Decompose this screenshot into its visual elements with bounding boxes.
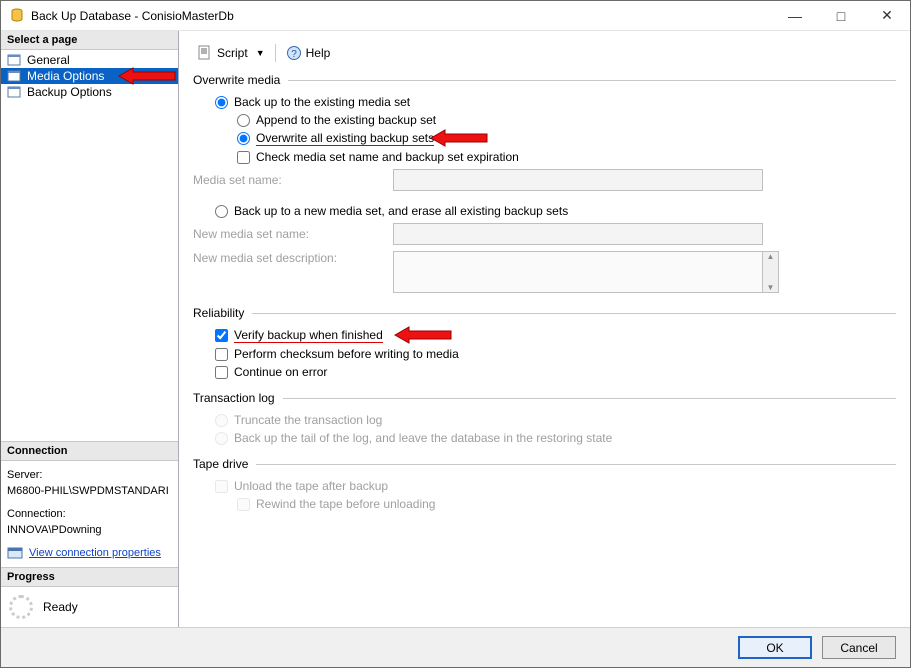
- help-icon: ?: [286, 45, 302, 61]
- toolbar: Script ▼ ? Help: [193, 41, 896, 73]
- sidebar-item-backup-options[interactable]: Backup Options: [1, 84, 178, 100]
- tape-drive-group: Tape drive Unload the tape after backup …: [193, 457, 896, 513]
- server-value: M6800-PHIL\SWPDMSTANDARI: [7, 483, 172, 500]
- new-media-label: Back up to a new media set, and erase al…: [234, 204, 568, 218]
- truncate-log-radio: [215, 414, 228, 427]
- annotation-arrow-icon: [429, 128, 491, 148]
- script-button[interactable]: Script ▼: [193, 43, 269, 63]
- rewind-tape-label: Rewind the tape before unloading: [256, 497, 435, 511]
- new-media-radio[interactable]: [215, 205, 228, 218]
- svg-text:?: ?: [291, 49, 297, 60]
- existing-media-radio[interactable]: [215, 96, 228, 109]
- page-icon: [7, 53, 23, 67]
- existing-media-label: Back up to the existing media set: [234, 95, 410, 109]
- group-label: Transaction log: [193, 391, 275, 405]
- transaction-log-group: Transaction log Truncate the transaction…: [193, 391, 896, 447]
- view-connection-properties-link[interactable]: View connection properties: [29, 545, 161, 562]
- new-media-desc-input: [393, 251, 763, 293]
- connection-value: INNOVA\PDowning: [7, 522, 172, 539]
- maximize-button[interactable]: □: [818, 1, 864, 30]
- main-panel: Script ▼ ? Help Overwrite media Back up …: [179, 31, 910, 627]
- help-label: Help: [306, 46, 331, 60]
- cancel-button[interactable]: Cancel: [822, 636, 896, 659]
- scroll-down-icon: ▼: [767, 283, 775, 292]
- new-media-desc-label: New media set description:: [193, 251, 393, 265]
- properties-icon: [7, 545, 23, 561]
- script-icon: [197, 45, 213, 61]
- page-icon: [7, 85, 23, 99]
- sidebar-item-general[interactable]: General: [1, 52, 178, 68]
- minimize-button[interactable]: ―: [772, 1, 818, 30]
- progress-header: Progress: [1, 567, 178, 587]
- dropdown-icon: ▼: [256, 48, 265, 58]
- close-button[interactable]: ✕: [864, 1, 910, 30]
- connection-label: Connection:: [7, 506, 172, 523]
- overwrite-media-group: Overwrite media Back up to the existing …: [193, 73, 896, 296]
- sidebar-item-label: Media Options: [27, 69, 104, 83]
- append-label: Append to the existing backup set: [256, 113, 436, 127]
- help-button[interactable]: ? Help: [282, 43, 335, 63]
- unload-tape-checkbox: [215, 480, 228, 493]
- continue-on-error-checkbox[interactable]: [215, 366, 228, 379]
- checksum-label: Perform checksum before writing to media: [234, 347, 459, 361]
- new-media-name-input: [393, 223, 763, 245]
- select-page-header: Select a page: [1, 31, 178, 50]
- truncate-log-label: Truncate the transaction log: [234, 413, 382, 427]
- sidebar-item-label: Backup Options: [27, 85, 112, 99]
- checksum-checkbox[interactable]: [215, 348, 228, 361]
- group-label: Tape drive: [193, 457, 248, 471]
- ok-button[interactable]: OK: [738, 636, 812, 659]
- media-set-name-label: Media set name:: [193, 173, 393, 187]
- verify-backup-label: Verify backup when finished: [234, 328, 383, 343]
- sidebar-item-media-options[interactable]: Media Options: [1, 68, 178, 84]
- connection-info: Server: M6800-PHIL\SWPDMSTANDARI Connect…: [1, 461, 178, 568]
- annotation-arrow-icon: [117, 66, 179, 86]
- dialog-footer: OK Cancel: [1, 627, 910, 667]
- verify-backup-checkbox[interactable]: [215, 329, 228, 342]
- backup-database-dialog: Back Up Database - ConisioMasterDb ― □ ✕…: [0, 0, 911, 668]
- group-label: Reliability: [193, 306, 244, 320]
- continue-on-error-label: Continue on error: [234, 365, 327, 379]
- page-icon: [7, 69, 23, 83]
- new-media-name-label: New media set name:: [193, 227, 393, 241]
- tail-log-radio: [215, 432, 228, 445]
- scroll-up-icon: ▲: [767, 252, 775, 261]
- progress-status: Ready: [43, 600, 78, 614]
- server-label: Server:: [7, 467, 172, 484]
- check-media-checkbox[interactable]: [237, 151, 250, 164]
- tail-log-label: Back up the tail of the log, and leave t…: [234, 431, 612, 445]
- append-radio[interactable]: [237, 114, 250, 127]
- script-label: Script: [217, 46, 248, 60]
- database-icon: [9, 8, 25, 24]
- connection-header: Connection: [1, 441, 178, 461]
- sidebar: Select a page General Media Options Back…: [1, 31, 179, 627]
- sidebar-item-label: General: [27, 53, 70, 67]
- titlebar[interactable]: Back Up Database - ConisioMasterDb ― □ ✕: [1, 1, 910, 31]
- reliability-group: Reliability Verify backup when finished …: [193, 306, 896, 381]
- rewind-tape-checkbox: [237, 498, 250, 511]
- check-media-label: Check media set name and backup set expi…: [256, 150, 519, 164]
- media-set-name-input: [393, 169, 763, 191]
- progress-spinner-icon: [9, 595, 33, 619]
- annotation-arrow-icon: [393, 325, 455, 345]
- overwrite-all-radio[interactable]: [237, 132, 250, 145]
- window-title: Back Up Database - ConisioMasterDb: [31, 9, 772, 23]
- overwrite-all-label: Overwrite all existing backup sets: [256, 131, 434, 146]
- group-label: Overwrite media: [193, 73, 280, 87]
- unload-tape-label: Unload the tape after backup: [234, 479, 388, 493]
